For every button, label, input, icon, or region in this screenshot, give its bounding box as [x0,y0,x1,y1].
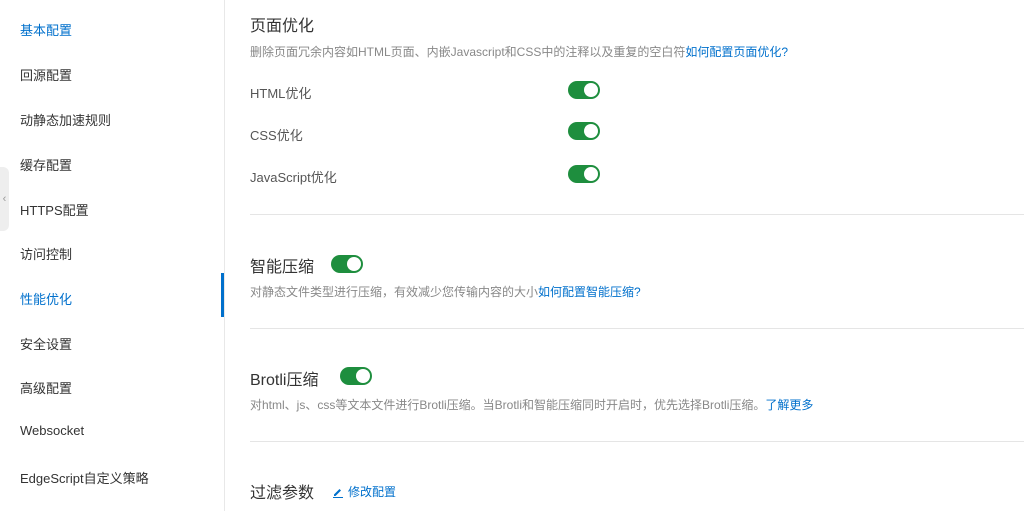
sidebar-collapse-handle[interactable]: ‹ [0,167,9,231]
edit-config-label: 修改配置 [348,485,397,499]
smart-compress-title: 智能压缩 [250,259,315,276]
sidebar-item-cache-config[interactable]: 缓存配置 [20,155,72,174]
page-optimize-title: 页面优化 [250,18,315,35]
brotli-learn-more-link[interactable]: 了解更多 [765,398,813,412]
sidebar-item-acceleration-rules[interactable]: 动静态加速规则 [20,110,111,129]
sidebar-item-origin-config[interactable]: 回源配置 [20,65,72,84]
js-optimize-label: JavaScript优化 [250,170,337,185]
brotli-title: Brotli压缩 [250,372,319,389]
page-optimize-help-link[interactable]: 如何配置页面优化? [685,45,788,59]
active-indicator [221,273,224,317]
sidebar-item-access-control[interactable]: 访问控制 [20,244,72,263]
filter-params-title: 过滤参数 [250,485,315,502]
sidebar-item-https-config[interactable]: HTTPS配置 [20,200,89,219]
html-optimize-label: HTML优化 [250,86,312,101]
page-optimize-desc: 删除页面冗余内容如HTML页面、内嵌Javascript和CSS中的注释以及重复… [250,43,788,60]
brotli-desc-text: 对html、js、css等文本文件进行Brotli压缩。当Brotli和智能压缩… [250,398,766,412]
sidebar-item-websocket[interactable]: Websocket [20,423,84,438]
html-optimize-toggle[interactable] [568,81,600,99]
smart-compress-desc: 对静态文件类型进行压缩，有效减少您传输内容的大小如何配置智能压缩? [250,283,641,300]
brotli-toggle[interactable] [340,367,372,385]
sidebar-item-performance[interactable]: 性能优化 [20,289,72,308]
smart-compress-desc-text: 对静态文件类型进行压缩，有效减少您传输内容的大小 [250,285,539,299]
smart-compress-help-link[interactable]: 如何配置智能压缩? [538,285,641,299]
page-optimize-desc-text: 删除页面冗余内容如HTML页面、内嵌Javascript和CSS中的注释以及重复… [250,45,686,59]
sidebar-item-basic-config[interactable]: 基本配置 [20,20,72,39]
pencil-icon [333,488,343,498]
sidebar-item-security[interactable]: 安全设置 [20,334,72,353]
sidebar-item-advanced[interactable]: 高级配置 [20,378,72,397]
section-divider [250,441,1024,442]
css-optimize-toggle[interactable] [568,122,600,140]
section-divider [250,328,1024,329]
sidebar-nav: 基本配置 回源配置 动静态加速规则 缓存配置 HTTPS配置 访问控制 性能优化… [0,0,225,511]
js-optimize-toggle[interactable] [568,165,600,183]
chevron-left-icon: ‹ [2,193,7,205]
smart-compress-toggle[interactable] [331,255,363,273]
css-optimize-label: CSS优化 [250,128,303,143]
edit-config-link[interactable]: 修改配置 [332,483,396,500]
main-content: 页面优化 删除页面冗余内容如HTML页面、内嵌Javascript和CSS中的注… [250,0,1024,511]
section-divider [250,214,1024,215]
sidebar-item-edgescript[interactable]: EdgeScript自定义策略 [20,468,149,487]
brotli-desc: 对html、js、css等文本文件进行Brotli压缩。当Brotli和智能压缩… [250,396,813,413]
